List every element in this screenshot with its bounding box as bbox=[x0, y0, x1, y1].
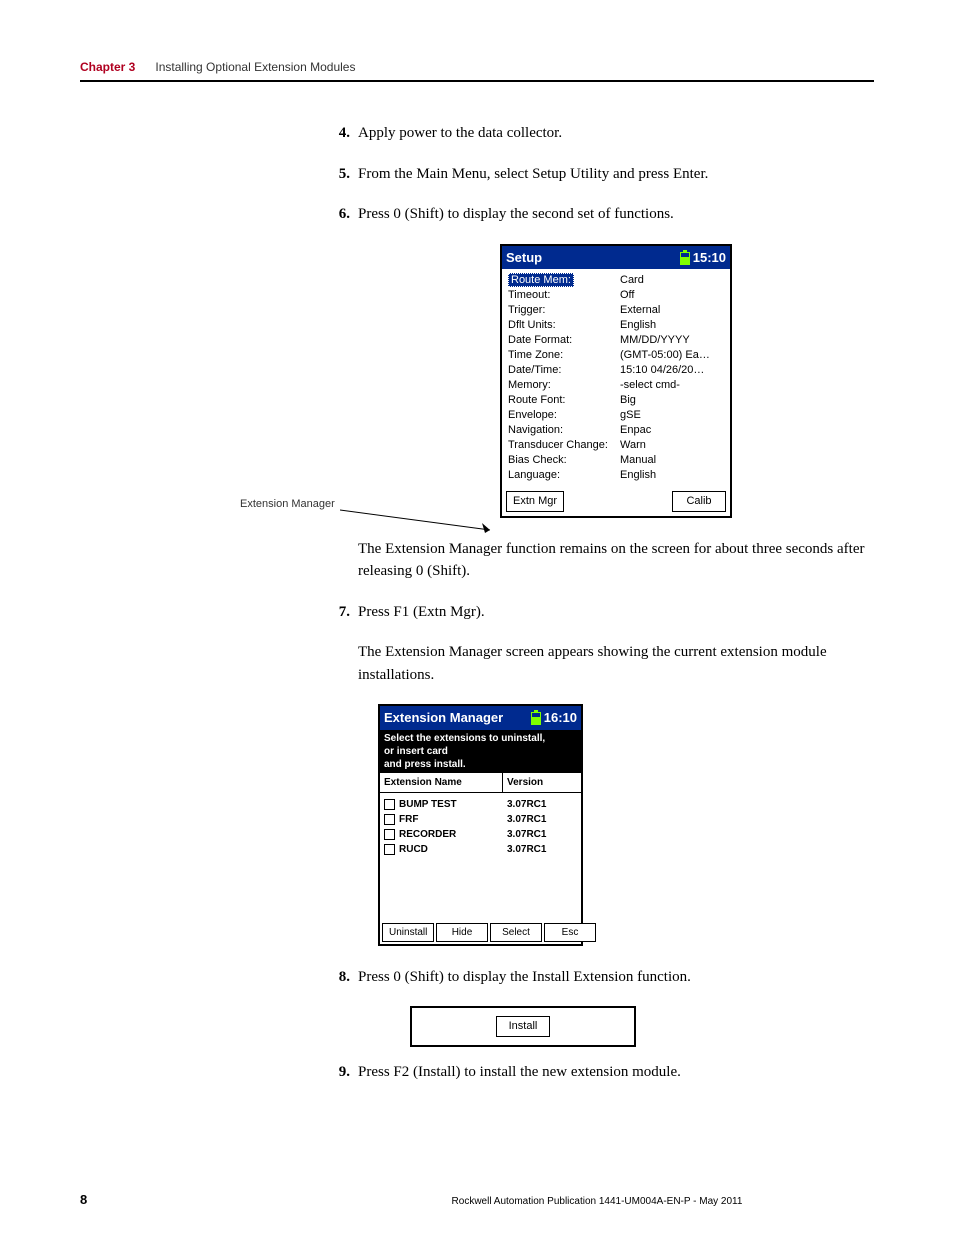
setup-row-value: Enpac bbox=[620, 423, 724, 438]
esc-button[interactable]: Esc bbox=[544, 923, 596, 942]
callout-extension-manager: Extension Manager bbox=[240, 496, 335, 513]
install-screen: Install bbox=[410, 1006, 636, 1047]
setup-row-value: English bbox=[620, 468, 724, 483]
callout-arrow-icon bbox=[340, 506, 500, 536]
step-text: Press F1 (Extn Mgr). bbox=[358, 601, 874, 624]
setup-row-value: -select cmd- bbox=[620, 378, 724, 393]
step-text: From the Main Menu, select Setup Utility… bbox=[358, 163, 874, 186]
ext-row[interactable]: RUCD3.07RC1 bbox=[384, 842, 577, 857]
step-number: 7. bbox=[330, 601, 350, 624]
setup-row-label: Route Font: bbox=[508, 393, 620, 408]
setup-row-label: Time Zone: bbox=[508, 348, 620, 363]
setup-screen-header: Setup 15:10 bbox=[502, 246, 730, 270]
publication-info: Rockwell Automation Publication 1441-UM0… bbox=[320, 1196, 874, 1207]
checkbox-icon[interactable] bbox=[384, 799, 395, 810]
step-8: 8. Press 0 (Shift) to display the Instal… bbox=[330, 966, 874, 989]
page-number: 8 bbox=[80, 1192, 320, 1207]
step-6: 6. Press 0 (Shift) to display the second… bbox=[330, 203, 874, 226]
setup-row-label: Transducer Change: bbox=[508, 438, 620, 453]
install-button[interactable]: Install bbox=[496, 1016, 550, 1037]
setup-row-value: MM/DD/YYYY bbox=[620, 333, 724, 348]
setup-row-value: Card bbox=[620, 273, 724, 288]
step-text: Press F2 (Install) to install the new ex… bbox=[358, 1061, 874, 1084]
hide-button[interactable]: Hide bbox=[436, 923, 488, 942]
setup-row-label: Memory: bbox=[508, 378, 620, 393]
col-name-header: Extension Name bbox=[380, 773, 503, 792]
ext-version: 3.07RC1 bbox=[507, 842, 577, 857]
setup-row-value: External bbox=[620, 303, 724, 318]
setup-time: 15:10 bbox=[693, 250, 726, 265]
chapter-title: Installing Optional Extension Modules bbox=[155, 60, 355, 74]
ext-instructions: Select the extensions to uninstall, or i… bbox=[380, 730, 581, 773]
setup-row-label: Envelope: bbox=[508, 408, 620, 423]
page-header: Chapter 3 Installing Optional Extension … bbox=[80, 60, 874, 82]
setup-row-value: (GMT-05:00) Ea… bbox=[620, 348, 724, 363]
step-number: 4. bbox=[330, 122, 350, 145]
setup-screen: Setup 15:10 Route Mem: Card Timeout:Off T… bbox=[500, 244, 732, 518]
setup-row-label: Timeout: bbox=[508, 288, 620, 303]
checkbox-icon[interactable] bbox=[384, 829, 395, 840]
step-number: 8. bbox=[330, 966, 350, 989]
setup-row-value: gSE bbox=[620, 408, 724, 423]
chapter-label: Chapter 3 bbox=[80, 60, 135, 74]
battery-icon bbox=[680, 252, 690, 265]
setup-row-value: Manual bbox=[620, 453, 724, 468]
setup-row-value: Warn bbox=[620, 438, 724, 453]
ext-name: RUCD bbox=[399, 842, 507, 857]
step-number: 9. bbox=[330, 1061, 350, 1084]
ext-name: RECORDER bbox=[399, 827, 507, 842]
setup-title: Setup bbox=[506, 248, 542, 268]
checkbox-icon[interactable] bbox=[384, 814, 395, 825]
ext-name: BUMP TEST bbox=[399, 797, 507, 812]
checkbox-icon[interactable] bbox=[384, 844, 395, 855]
ext-table-header: Extension Name Version bbox=[380, 773, 581, 793]
ext-screen-header: Extension Manager 16:10 bbox=[380, 706, 581, 730]
setup-row-value: Off bbox=[620, 288, 724, 303]
setup-row-value: Big bbox=[620, 393, 724, 408]
step-5: 5. From the Main Menu, select Setup Util… bbox=[330, 163, 874, 186]
paragraph: The Extension Manager screen appears sho… bbox=[358, 641, 874, 686]
step-text: Apply power to the data collector. bbox=[358, 122, 874, 145]
setup-row-label: Date Format: bbox=[508, 333, 620, 348]
paragraph: The Extension Manager function remains o… bbox=[358, 538, 874, 583]
battery-icon bbox=[531, 712, 541, 725]
calib-button[interactable]: Calib bbox=[672, 491, 726, 512]
step-text: Press 0 (Shift) to display the second se… bbox=[358, 203, 874, 226]
select-button[interactable]: Select bbox=[490, 923, 542, 942]
ext-row[interactable]: RECORDER3.07RC1 bbox=[384, 827, 577, 842]
ext-version: 3.07RC1 bbox=[507, 812, 577, 827]
step-9: 9. Press F2 (Install) to install the new… bbox=[330, 1061, 874, 1084]
page-footer: 8 Rockwell Automation Publication 1441-U… bbox=[80, 1192, 874, 1207]
ext-version: 3.07RC1 bbox=[507, 827, 577, 842]
ext-list: BUMP TEST3.07RC1 FRF3.07RC1 RECORDER3.07… bbox=[380, 793, 581, 921]
setup-row-label: Dflt Units: bbox=[508, 318, 620, 333]
setup-row-value: 15:10 04/26/20… bbox=[620, 363, 724, 378]
ext-title: Extension Manager bbox=[384, 708, 503, 728]
setup-row-value: English bbox=[620, 318, 724, 333]
extension-manager-screen: Extension Manager 16:10 Select the exten… bbox=[378, 704, 583, 946]
ext-time: 16:10 bbox=[544, 710, 577, 725]
step-number: 5. bbox=[330, 163, 350, 186]
setup-body: Route Mem: Card Timeout:Off Trigger:Exter… bbox=[502, 269, 730, 487]
setup-row-label: Trigger: bbox=[508, 303, 620, 318]
ext-row[interactable]: FRF3.07RC1 bbox=[384, 812, 577, 827]
col-version-header: Version bbox=[503, 773, 581, 792]
setup-row-label: Date/Time: bbox=[508, 363, 620, 378]
ext-version: 3.07RC1 bbox=[507, 797, 577, 812]
setup-row-label: Navigation: bbox=[508, 423, 620, 438]
uninstall-button[interactable]: Uninstall bbox=[382, 923, 434, 942]
setup-row-label: Language: bbox=[508, 468, 620, 483]
setup-row-label: Bias Check: bbox=[508, 453, 620, 468]
step-number: 6. bbox=[330, 203, 350, 226]
ext-name: FRF bbox=[399, 812, 507, 827]
step-7: 7. Press F1 (Extn Mgr). bbox=[330, 601, 874, 624]
step-4: 4. Apply power to the data collector. bbox=[330, 122, 874, 145]
extn-mgr-button[interactable]: Extn Mgr bbox=[506, 491, 564, 512]
step-text: Press 0 (Shift) to display the Install E… bbox=[358, 966, 874, 989]
ext-row[interactable]: BUMP TEST3.07RC1 bbox=[384, 797, 577, 812]
setup-row-label[interactable]: Route Mem: bbox=[508, 273, 574, 287]
